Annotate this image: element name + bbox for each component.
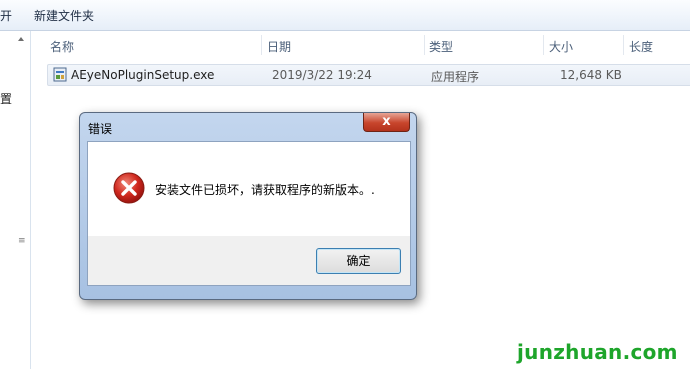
close-icon: x [382, 114, 391, 129]
column-header: 名称 日期 类型 大小 长度 [31, 31, 690, 57]
file-date: 2019/3/22 19:24 [272, 68, 372, 82]
column-divider[interactable] [543, 35, 544, 55]
ok-button[interactable]: 确定 [316, 248, 401, 274]
error-message: 安装文件已损坏，请获取程序的新版本。. [155, 183, 375, 197]
dialog-title: 错误 [88, 122, 113, 136]
error-icon [113, 172, 145, 204]
toolbar: 开 新建文件夹 [0, 0, 690, 31]
navigation-pane[interactable]: 置 ≡ [0, 31, 31, 369]
column-size[interactable]: 大小 [549, 38, 573, 55]
file-size: 12,648 KB [560, 68, 622, 82]
scroll-grip-icon[interactable]: ≡ [18, 237, 26, 246]
column-type[interactable]: 类型 [429, 38, 453, 55]
column-divider[interactable] [424, 35, 425, 55]
file-type: 应用程序 [431, 70, 480, 84]
nav-item-partial[interactable]: 置 [0, 90, 12, 107]
dialog-body: 安装文件已损坏，请获取程序的新版本。. [87, 141, 411, 237]
watermark: junzhuan.com [517, 340, 678, 364]
column-name[interactable]: 名称 [50, 38, 74, 55]
column-divider[interactable] [623, 35, 624, 55]
error-dialog: 错误 x 安装文件已损坏，请获取程序的新版本。. 确定 [79, 112, 417, 300]
new-folder-button[interactable]: 新建文件夹 [34, 7, 94, 24]
column-divider[interactable] [261, 35, 262, 55]
scroll-up-icon[interactable] [18, 37, 24, 41]
column-length[interactable]: 长度 [629, 38, 653, 55]
file-name: AEyeNoPluginSetup.exe [71, 68, 215, 82]
dialog-footer: 确定 [87, 236, 411, 286]
exe-file-icon [53, 67, 67, 82]
file-row[interactable]: AEyeNoPluginSetup.exe 2019/3/22 19:24 应用… [47, 64, 690, 86]
close-button[interactable]: x [363, 113, 410, 132]
toolbar-item-partial[interactable]: 开 [0, 7, 12, 24]
column-date[interactable]: 日期 [267, 38, 291, 55]
